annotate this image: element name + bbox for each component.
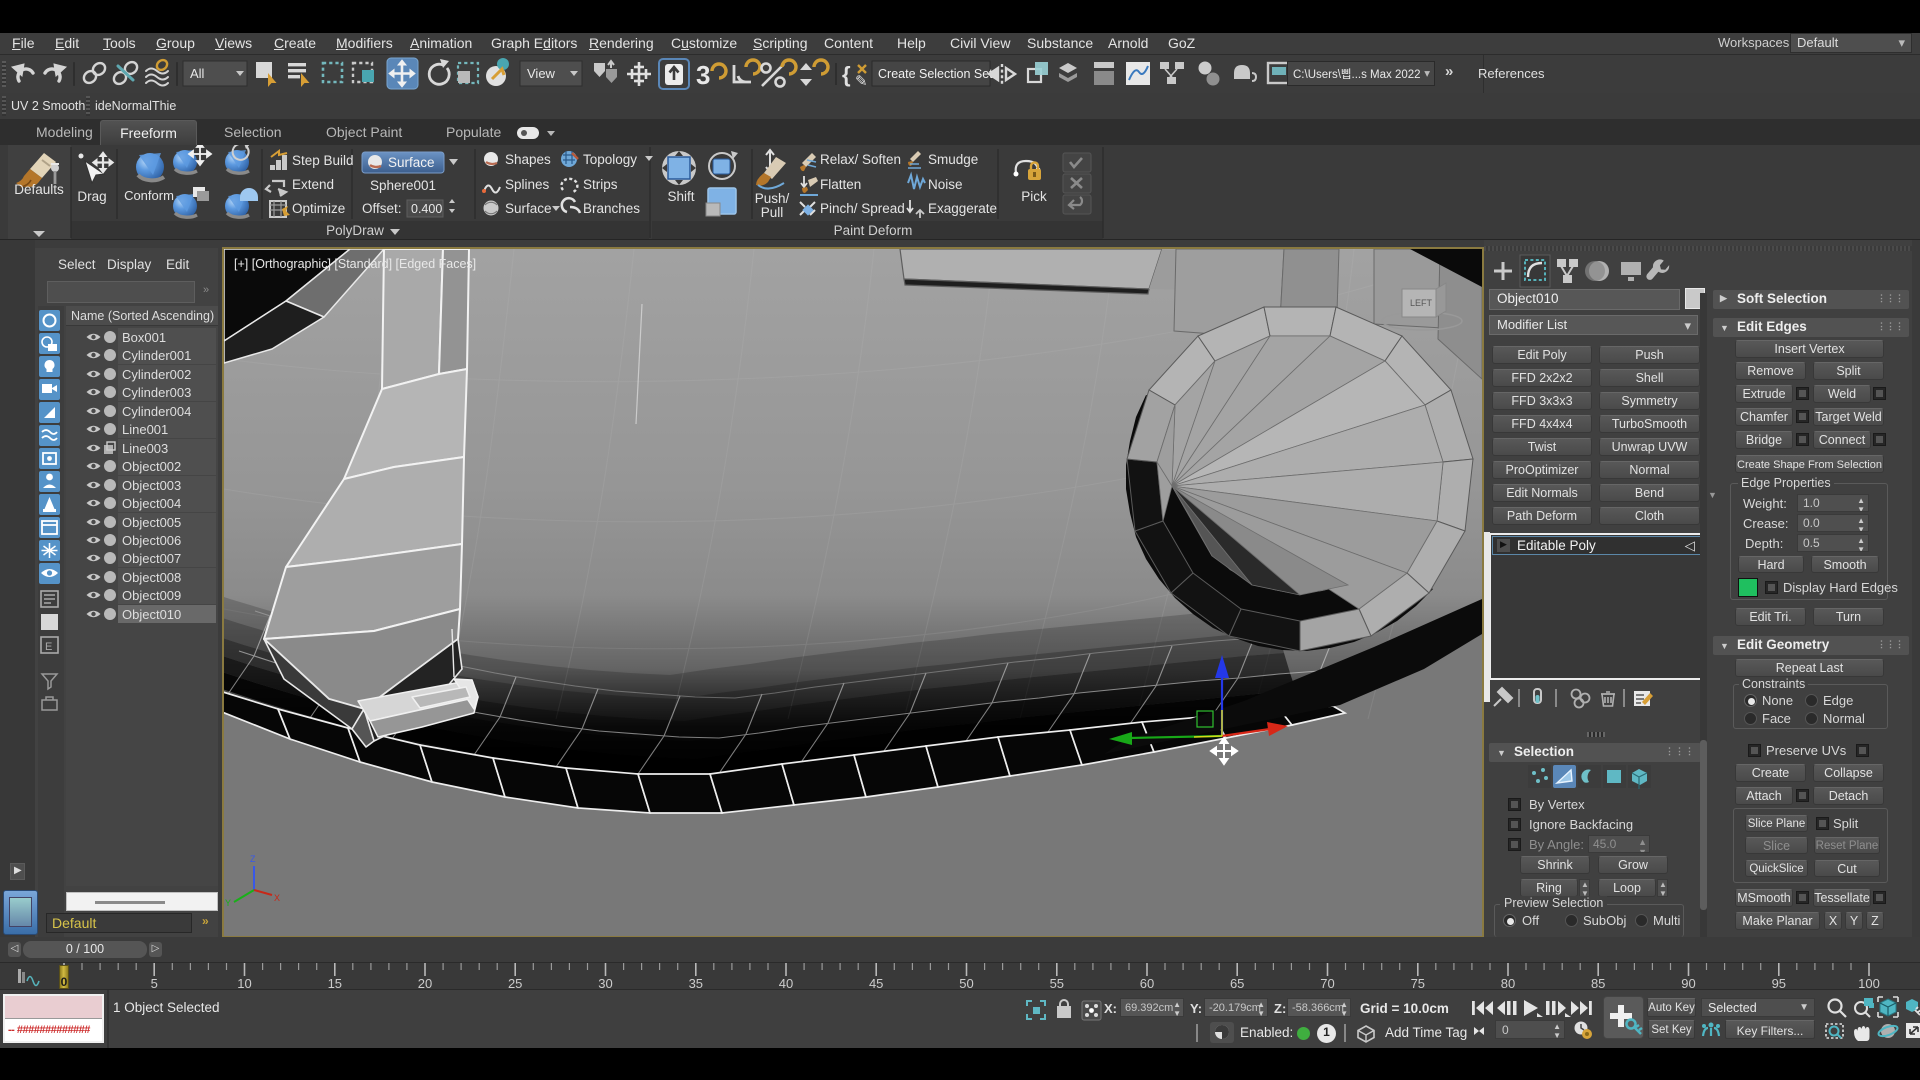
svg-text:80: 80 bbox=[1501, 976, 1515, 991]
svg-text:Topology: Topology bbox=[583, 152, 637, 167]
svg-text:Shift: Shift bbox=[667, 189, 694, 204]
svg-text:[+] [Orthographic] [Standard]: [+] [Orthographic] [Standard] [Edged Fac… bbox=[234, 257, 476, 271]
svg-text:45: 45 bbox=[869, 976, 883, 991]
svg-text:Push/: Push/ bbox=[755, 191, 790, 206]
svg-text:Create Selection Set: Create Selection Set bbox=[878, 67, 993, 81]
svg-text:E: E bbox=[45, 641, 52, 653]
svg-text:65: 65 bbox=[1230, 976, 1244, 991]
svg-text:Flatten: Flatten bbox=[820, 177, 861, 192]
svg-text:40: 40 bbox=[779, 976, 793, 991]
svg-text:LEFT: LEFT bbox=[1410, 298, 1433, 308]
svg-text:Shapes: Shapes bbox=[505, 152, 551, 167]
svg-text:Smudge: Smudge bbox=[928, 152, 978, 167]
svg-text:Offset:: Offset: bbox=[362, 201, 402, 216]
svg-text:View: View bbox=[527, 66, 556, 81]
svg-text:55: 55 bbox=[1050, 976, 1064, 991]
svg-text:Conform: Conform bbox=[124, 188, 174, 203]
svg-text:25: 25 bbox=[508, 976, 522, 991]
svg-text:Relax/ Soften: Relax/ Soften bbox=[820, 152, 901, 167]
svg-text:✎: ✎ bbox=[855, 73, 868, 90]
svg-text:Pinch/ Spread: Pinch/ Spread bbox=[820, 201, 905, 216]
svg-text:3: 3 bbox=[696, 60, 710, 90]
svg-text:30: 30 bbox=[598, 976, 612, 991]
svg-text:Drag: Drag bbox=[77, 189, 106, 204]
svg-text:15: 15 bbox=[328, 976, 342, 991]
svg-text:Exaggerate: Exaggerate bbox=[928, 201, 997, 216]
svg-text:Extend: Extend bbox=[292, 177, 334, 192]
svg-text:Surface: Surface bbox=[505, 201, 552, 216]
svg-text:Paint Deform: Paint Deform bbox=[834, 223, 913, 238]
svg-text:Strips: Strips bbox=[583, 177, 618, 192]
svg-text:X: X bbox=[274, 893, 280, 903]
svg-text:20: 20 bbox=[418, 976, 432, 991]
svg-text:5: 5 bbox=[151, 976, 158, 991]
svg-text:Y: Y bbox=[225, 898, 231, 908]
svg-text:85: 85 bbox=[1591, 976, 1605, 991]
svg-text:50: 50 bbox=[959, 976, 973, 991]
svg-text:All: All bbox=[190, 66, 205, 81]
svg-text:35: 35 bbox=[689, 976, 703, 991]
svg-text:Z: Z bbox=[250, 854, 256, 864]
svg-text:10: 10 bbox=[237, 976, 251, 991]
svg-text:100: 100 bbox=[1858, 976, 1880, 991]
svg-text:Pick: Pick bbox=[1021, 189, 1047, 204]
svg-text:90: 90 bbox=[1681, 976, 1695, 991]
svg-text:Splines: Splines bbox=[505, 177, 550, 192]
svg-text:Noise: Noise bbox=[928, 177, 963, 192]
svg-text:Sphere001: Sphere001 bbox=[370, 178, 436, 193]
svg-text:Branches: Branches bbox=[583, 201, 640, 216]
svg-text:Optimize: Optimize bbox=[292, 201, 345, 216]
svg-text:0.400: 0.400 bbox=[411, 202, 442, 216]
svg-text:95: 95 bbox=[1772, 976, 1786, 991]
svg-text:60: 60 bbox=[1140, 976, 1154, 991]
svg-text:70: 70 bbox=[1320, 976, 1334, 991]
svg-text:PolyDraw: PolyDraw bbox=[326, 223, 384, 238]
svg-text:{: { bbox=[842, 62, 851, 87]
svg-text:Pull: Pull bbox=[761, 205, 784, 220]
svg-text:Defaults: Defaults bbox=[14, 182, 64, 197]
svg-text:Step Build: Step Build bbox=[292, 153, 354, 168]
svg-text:Surface: Surface bbox=[388, 155, 435, 170]
svg-text:75: 75 bbox=[1411, 976, 1425, 991]
